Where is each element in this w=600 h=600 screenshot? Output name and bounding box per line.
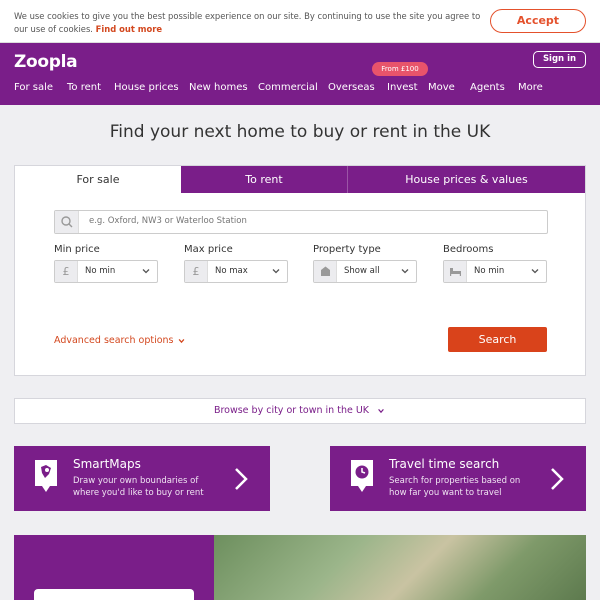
chevron-down-icon (272, 269, 280, 274)
banner-card (34, 589, 194, 600)
chevron-down-icon (178, 338, 184, 343)
cookie-banner: We use cookies to give you the best poss… (0, 0, 600, 43)
travel-time-card[interactable]: Travel time search Search for properties… (330, 446, 586, 511)
nav-item-more[interactable]: More (518, 82, 543, 93)
chevron-down-icon (531, 269, 539, 274)
search-panel: For sale To rent House prices & values M… (14, 165, 586, 376)
promo-title: Travel time search (389, 457, 500, 471)
nav-item-to-rent[interactable]: To rent (67, 82, 101, 93)
max-price-select[interactable]: £ No max (184, 260, 288, 283)
bedrooms-value: No min (474, 266, 505, 276)
min-price-value: No min (85, 266, 116, 276)
cookie-find-out-more-link[interactable]: Find out more (96, 24, 162, 34)
property-type-select[interactable]: Show all (313, 260, 417, 283)
search-tabs: For sale To rent House prices & values (15, 166, 585, 193)
cookie-text-wrap: We use cookies to give you the best poss… (14, 10, 484, 36)
chevron-down-icon (378, 408, 384, 413)
nav-item-overseas[interactable]: Overseas (328, 82, 375, 93)
promo-desc: Search for properties based on how far y… (389, 476, 521, 498)
main-nav: For sale To rent House prices New homes … (0, 82, 600, 96)
site-header: Zoopla Sign in From £100 For sale To ren… (0, 43, 600, 105)
search-button[interactable]: Search (448, 327, 547, 352)
nav-item-invest[interactable]: Invest (387, 82, 418, 93)
pound-icon: £ (55, 261, 78, 282)
min-price-label: Min price (54, 244, 100, 255)
pound-icon: £ (185, 261, 208, 282)
browse-by-city-button[interactable]: Browse by city or town in the UK (14, 398, 586, 424)
nav-item-agents[interactable]: Agents (470, 82, 505, 93)
tab-house-prices[interactable]: House prices & values (348, 166, 585, 193)
promo-banner (14, 535, 586, 600)
invest-badge: From £100 (372, 62, 428, 76)
bedrooms-label: Bedrooms (443, 244, 494, 255)
max-price-value: No max (215, 266, 248, 276)
chevron-right-icon (235, 468, 248, 490)
property-type-value: Show all (344, 266, 380, 276)
location-search-input[interactable] (89, 216, 529, 226)
cookie-message: We use cookies to give you the best poss… (14, 11, 481, 34)
max-price-label: Max price (184, 244, 233, 255)
house-icon (314, 261, 337, 282)
chevron-down-icon (401, 269, 409, 274)
tab-for-sale[interactable]: For sale (15, 166, 181, 193)
browse-label: Browse by city or town in the UK (213, 405, 370, 416)
bedrooms-select[interactable]: No min (443, 260, 547, 283)
sign-in-button[interactable]: Sign in (533, 51, 586, 68)
nav-item-for-sale[interactable]: For sale (14, 82, 53, 93)
search-icon (55, 211, 79, 233)
min-price-select[interactable]: £ No min (54, 260, 158, 283)
chevron-down-icon (142, 269, 150, 274)
page-title: Find your next home to buy or rent in th… (109, 122, 491, 142)
nav-item-new-homes[interactable]: New homes (189, 82, 248, 93)
tab-to-rent[interactable]: To rent (181, 166, 347, 193)
promo-title: SmartMaps (73, 457, 141, 471)
location-search-box[interactable] (54, 210, 548, 234)
bed-icon (444, 261, 467, 282)
promo-desc: Draw your own boundaries of where you'd … (73, 476, 204, 498)
map-pin-icon (35, 460, 57, 492)
advanced-search-label: Advanced search options (54, 335, 174, 346)
smartmaps-card[interactable]: SmartMaps Draw your own boundaries of wh… (14, 446, 270, 511)
advanced-search-options-link[interactable]: Advanced search options (54, 335, 186, 346)
nav-item-move[interactable]: Move (428, 82, 455, 93)
accept-cookies-button[interactable]: Accept (490, 9, 586, 33)
property-type-label: Property type (313, 244, 381, 255)
clock-pin-icon (351, 460, 373, 492)
banner-photo (214, 535, 586, 600)
chevron-right-icon (551, 468, 564, 490)
nav-item-house-prices[interactable]: House prices (114, 82, 179, 93)
nav-item-commercial[interactable]: Commercial (258, 82, 318, 93)
zoopla-logo[interactable]: Zoopla (14, 52, 78, 72)
